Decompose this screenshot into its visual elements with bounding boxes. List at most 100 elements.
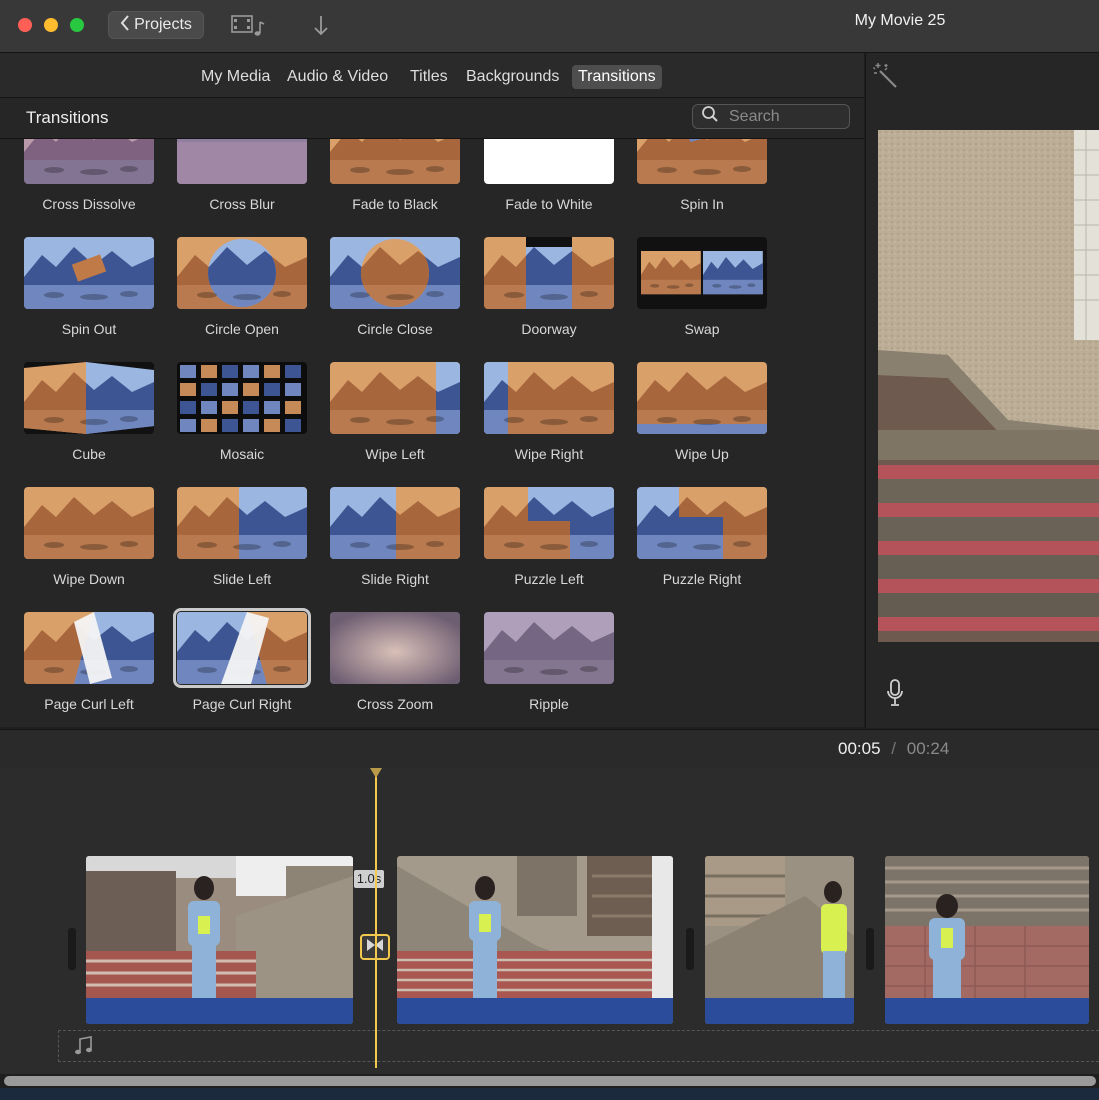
current-time: 00:05 [838, 739, 881, 758]
transition-tile-wipe-down[interactable]: Wipe Down [24, 487, 154, 587]
transition-thumbnail [484, 487, 614, 559]
transition-tile-cross-dissolve[interactable]: Cross Dissolve [24, 139, 154, 212]
transition-thumbnail [330, 362, 460, 434]
transition-label: Slide Left [212, 571, 272, 587]
microphone-icon [886, 679, 904, 711]
search-icon [701, 105, 719, 128]
transition-tile-spin-in[interactable]: Spin In [637, 139, 767, 212]
transition-tile-page-curl-right[interactable]: Page Curl Right [173, 608, 311, 712]
transition-thumbnail [637, 362, 767, 434]
transition-tile-wipe-right[interactable]: Wipe Right [484, 362, 614, 462]
transition-tile-doorway[interactable]: Doorway [484, 237, 614, 337]
clip-gap-handle[interactable] [68, 928, 76, 970]
panel-title: Transitions [26, 108, 109, 127]
search-field[interactable] [692, 104, 850, 129]
clip-gap-handle[interactable] [686, 928, 694, 970]
transition-label: Swap [684, 321, 720, 337]
transition-thumbnail [484, 612, 614, 684]
transition-tile-fade-to-white[interactable]: Fade to White [484, 139, 614, 212]
desktop-background-strip [0, 1088, 1099, 1100]
transition-thumbnail [330, 612, 460, 684]
transitions-grid: Cross Dissolve Cross Blur Fade to Black … [0, 139, 864, 727]
transition-thumbnail [177, 487, 307, 559]
transition-thumbnail [637, 237, 767, 309]
timeline-clip-4[interactable] [885, 856, 1089, 1024]
transition-label: Wipe Up [675, 446, 729, 462]
transition-tile-spin-out[interactable]: Spin Out [24, 237, 154, 337]
arrow-down-icon [312, 16, 330, 42]
timeline[interactable]: 1.0s [0, 768, 1099, 1074]
transition-tile-cross-blur[interactable]: Cross Blur [177, 139, 307, 212]
playhead-handle[interactable] [370, 768, 382, 778]
transition-thumbnail [484, 139, 614, 184]
transition-tile-puzzle-right[interactable]: Puzzle Right [637, 487, 767, 587]
tab-titles[interactable]: Titles [404, 65, 454, 89]
transition-tile-slide-right[interactable]: Slide Right [330, 487, 460, 587]
clip-gap-handle[interactable] [866, 928, 874, 970]
close-window-button[interactable] [18, 18, 32, 32]
transition-tile-mosaic[interactable]: Mosaic [177, 362, 307, 462]
time-separator: / [891, 739, 897, 758]
transition-thumbnail [484, 237, 614, 309]
transition-thumbnail [173, 608, 311, 688]
music-track-well[interactable] [58, 1030, 1099, 1062]
browser-tab-bar: My Media Audio & Video Titles Background… [0, 53, 864, 98]
search-input[interactable] [727, 106, 841, 127]
transition-label: Cube [72, 446, 106, 462]
transition-label: Page Curl Right [192, 696, 292, 712]
transition-duration-label: 1.0s [354, 870, 384, 888]
transition-label: Wipe Down [53, 571, 125, 587]
timeline-clip-3[interactable] [705, 856, 854, 1024]
projects-back-label: Projects [134, 16, 192, 33]
transition-label: Spin Out [61, 321, 117, 337]
zoom-window-button[interactable] [70, 18, 84, 32]
clip-audio-bar [885, 998, 1089, 1024]
transition-thumbnail [24, 362, 154, 434]
transition-thumbnail [24, 139, 154, 184]
transition-tile-swap[interactable]: Swap [637, 237, 767, 337]
timeline-scrollbar[interactable] [4, 1076, 1096, 1086]
transition-tile-cross-zoom[interactable]: Cross Zoom [330, 612, 460, 712]
music-note-icon [73, 1035, 95, 1062]
transition-thumbnail [24, 612, 154, 684]
tab-my-media[interactable]: My Media [195, 65, 276, 89]
window-title: My Movie 25 [854, 12, 946, 29]
timeline-header: 00:05 / 00:24 [0, 729, 1099, 769]
transition-tile-wipe-left[interactable]: Wipe Left [330, 362, 460, 462]
transition-tile-wipe-up[interactable]: Wipe Up [637, 362, 767, 462]
magic-wand-icon [872, 63, 900, 93]
video-preview[interactable] [878, 130, 1099, 642]
transition-thumbnail [177, 362, 307, 434]
clip-audio-bar [397, 998, 673, 1024]
clip-audio-bar [86, 998, 353, 1024]
minimize-window-button[interactable] [44, 18, 58, 32]
tab-backgrounds[interactable]: Backgrounds [460, 65, 565, 89]
transition-thumbnail [637, 487, 767, 559]
transition-label: Wipe Right [514, 446, 584, 462]
tab-audio-video[interactable]: Audio & Video [281, 65, 394, 89]
transition-tile-circle-close[interactable]: Circle Close [330, 237, 460, 337]
transition-label: Puzzle Right [662, 571, 742, 587]
transition-tile-puzzle-left[interactable]: Puzzle Left [484, 487, 614, 587]
media-library-toggle[interactable] [230, 14, 266, 43]
transition-tile-circle-open[interactable]: Circle Open [177, 237, 307, 337]
transition-tile-fade-to-black[interactable]: Fade to Black [330, 139, 460, 212]
transition-thumbnail [24, 487, 154, 559]
transition-tile-page-curl-left[interactable]: Page Curl Left [24, 612, 154, 712]
transition-tile-cube[interactable]: Cube [24, 362, 154, 462]
transition-label: Slide Right [361, 571, 429, 587]
voiceover-button[interactable] [886, 679, 904, 712]
timecode-display: 00:05 / 00:24 [838, 739, 949, 759]
import-button[interactable] [312, 14, 330, 43]
transition-tile-slide-left[interactable]: Slide Left [177, 487, 307, 587]
timeline-clip-2[interactable] [397, 856, 673, 1024]
transition-tile-ripple[interactable]: Ripple [484, 612, 614, 712]
title-bar: Projects My Movie 25 [0, 0, 1099, 53]
projects-back-button[interactable]: Projects [108, 11, 204, 39]
transition-thumbnail [24, 237, 154, 309]
playhead[interactable] [375, 776, 377, 1068]
timeline-clip-1[interactable] [86, 856, 353, 1024]
tab-transitions[interactable]: Transitions [572, 65, 662, 89]
transition-label: Cross Dissolve [42, 196, 136, 212]
enhance-button[interactable] [872, 61, 900, 94]
